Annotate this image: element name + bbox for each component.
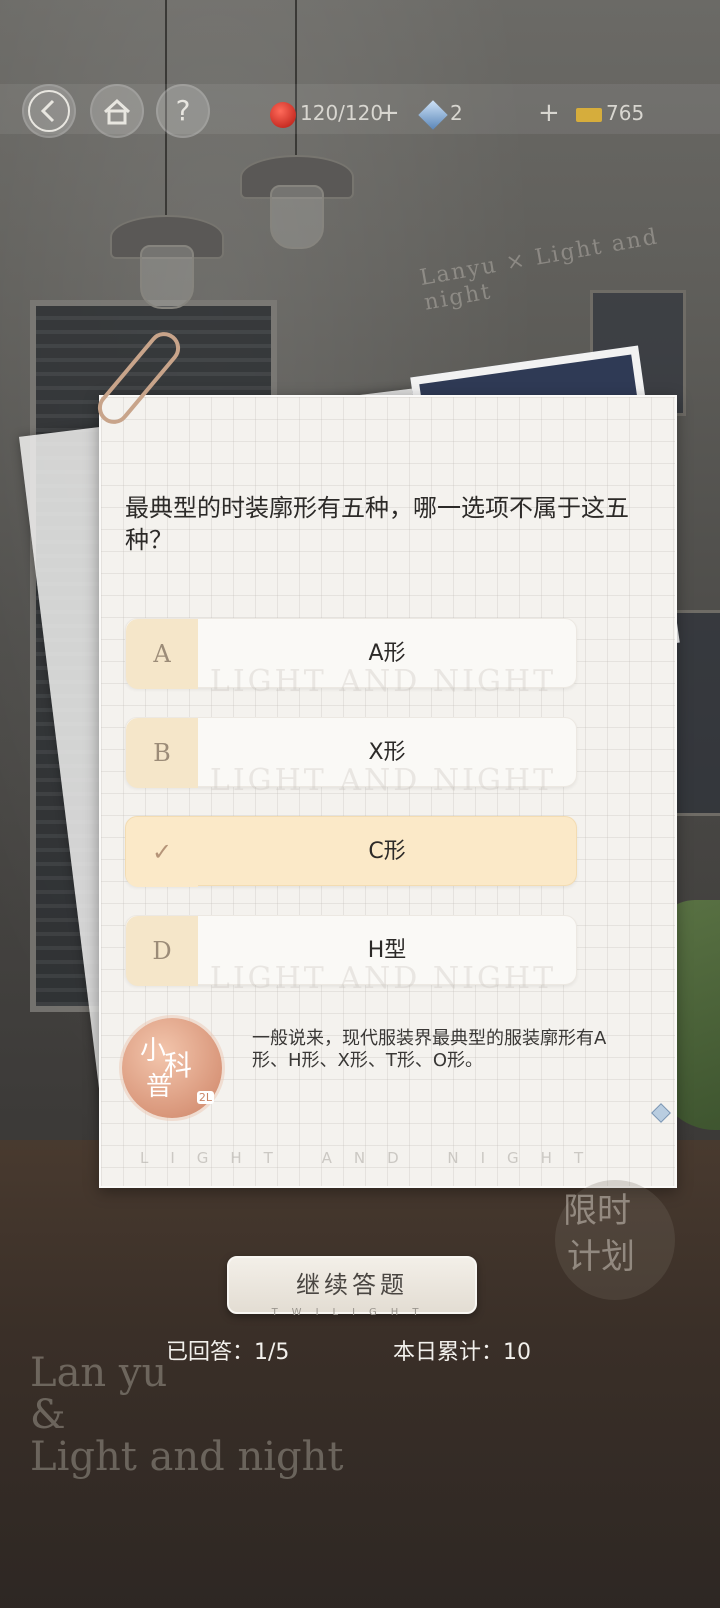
top-bar: ? 120/120 + 2 + 765	[0, 80, 720, 140]
stamina-counter: 120/120	[270, 98, 383, 128]
option-letter: B	[126, 718, 198, 788]
apple-icon	[270, 101, 296, 128]
option-watermark: LIGHT AND NIGHT	[209, 964, 557, 994]
home-button[interactable]	[90, 84, 144, 138]
option-text: C形	[368, 839, 406, 864]
option-watermark: LIGHT AND NIGHT	[209, 667, 557, 697]
add-gems-button[interactable]: +	[538, 98, 560, 128]
science-tip-badge: 小 科 普 2L	[122, 1018, 222, 1118]
help-button[interactable]: ?	[156, 84, 210, 138]
ticket-icon	[576, 107, 602, 122]
lamp-glass	[270, 185, 324, 249]
gem-counter: 2	[418, 98, 463, 130]
explanation-text: 一般说来，现代服装界最典型的服装廓形有A形、H形、X形、T形、O形。	[252, 1028, 607, 1071]
continue-label: 继续答题	[296, 1271, 408, 1299]
option-letter: A	[126, 619, 198, 689]
card-footer-watermark: LIGHT AND NIGHT	[140, 1149, 606, 1167]
option-c-selected[interactable]: ✓ C形	[125, 816, 577, 887]
diamond-icon	[418, 99, 448, 130]
lamp-glass	[140, 245, 194, 309]
daily-total: 本日累计：10	[393, 1340, 531, 1365]
add-stamina-button[interactable]: +	[378, 98, 400, 128]
checkmark-icon: ✓	[126, 817, 198, 887]
continue-watermark: TWILIGHT	[271, 1307, 433, 1318]
option-letter: D	[126, 916, 198, 986]
limited-plan-stamp[interactable]: 限时 计划	[555, 1180, 675, 1300]
option-b[interactable]: B X形 LIGHT AND NIGHT	[125, 717, 577, 796]
answered-count: 已回答：1/5	[166, 1340, 290, 1365]
background-logo: Lan yu & Light and night	[30, 1350, 344, 1480]
option-d[interactable]: D H型 LIGHT AND NIGHT	[125, 915, 577, 994]
back-button[interactable]	[22, 84, 76, 138]
question-text: 最典型的时装廓形有五种，哪一选项不属于这五种？	[125, 494, 629, 554]
home-icon	[103, 98, 131, 125]
ticket-counter: 765	[576, 98, 644, 128]
back-arrow-icon	[28, 90, 70, 132]
continue-answering-button[interactable]: 继续答题 TWILIGHT	[227, 1256, 477, 1318]
option-a[interactable]: A A形 LIGHT AND NIGHT	[125, 618, 577, 697]
option-watermark: LIGHT AND NIGHT	[209, 766, 557, 796]
